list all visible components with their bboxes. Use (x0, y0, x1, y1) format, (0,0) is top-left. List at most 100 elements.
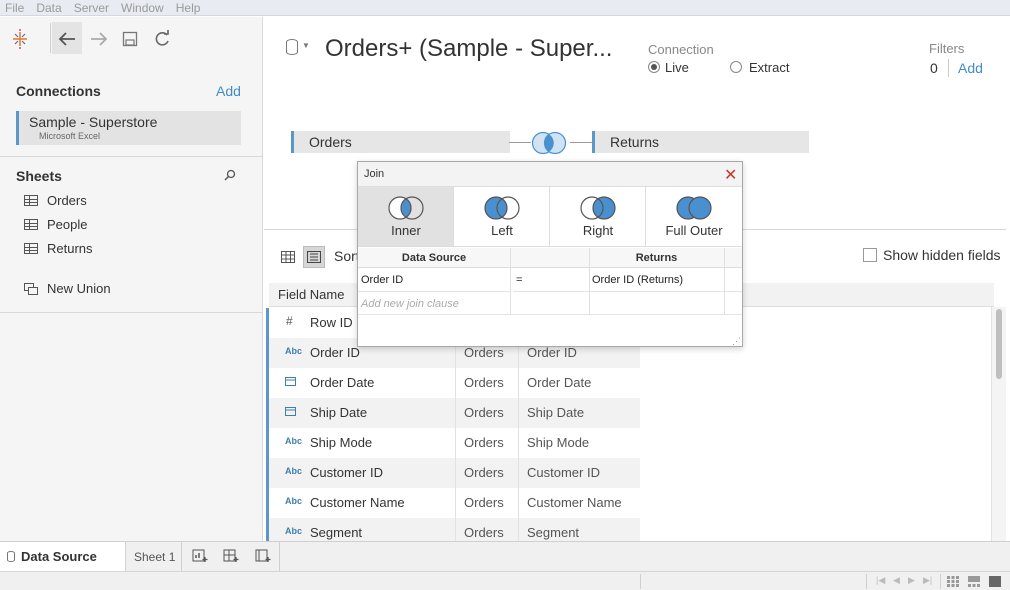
table-orders[interactable]: Orders (291, 131, 510, 153)
resize-grip-icon[interactable]: ⋰ (732, 336, 741, 347)
table-returns[interactable]: Returns (592, 131, 809, 153)
tab-data-source[interactable]: Data Source (0, 542, 126, 571)
table-row[interactable]: Abc Segment Orders Segment (266, 518, 640, 541)
sheet-item-people[interactable]: People (24, 217, 87, 232)
connection-name: Sample - Superstore (29, 114, 158, 130)
sheet-item-orders[interactable]: Orders (24, 193, 87, 208)
string-type-icon[interactable]: Abc (285, 496, 302, 506)
table-row[interactable]: Ship Date Orders Ship Date (266, 398, 640, 428)
field-name[interactable]: Order ID (310, 345, 360, 360)
string-type-icon[interactable]: Abc (285, 436, 302, 446)
last-page-icon[interactable]: ▶| (923, 575, 932, 586)
close-icon[interactable]: ✕ (724, 165, 737, 185)
table-row[interactable]: Abc Customer ID Orders Customer ID (266, 458, 640, 488)
sort-label[interactable]: Sort (334, 248, 360, 264)
number-type-icon[interactable]: # (286, 314, 293, 328)
connection-item[interactable]: Sample - Superstore Microsoft Excel (16, 111, 241, 145)
string-type-icon[interactable]: Abc (285, 526, 302, 536)
show-filmstrip-icon[interactable] (947, 576, 959, 587)
status-divider (866, 574, 867, 589)
join-type-label: Right (582, 223, 614, 238)
back-arrow-icon[interactable] (54, 26, 80, 52)
join-col-header-right: Returns (589, 248, 724, 268)
join-type-label: Left (491, 223, 513, 238)
chevron-down-icon[interactable]: ▼ (302, 41, 310, 50)
filters-label: Filters (929, 41, 965, 56)
vertical-scrollbar[interactable] (991, 307, 1006, 541)
column-divider (510, 248, 511, 315)
forward-arrow-icon[interactable] (86, 26, 112, 52)
field-name[interactable]: Row ID (310, 315, 353, 330)
table-row[interactable]: Order Date Orders Order Date (266, 368, 640, 398)
join-type-inner[interactable]: Inner (358, 187, 454, 247)
field-name[interactable]: Order Date (310, 375, 374, 390)
join-clause-operator[interactable]: = (513, 269, 589, 292)
next-page-icon[interactable]: ▶ (908, 575, 915, 586)
section-divider (0, 156, 263, 157)
menu-data[interactable]: Data (30, 1, 67, 15)
sheet-tabs-bar: Data Source Sheet 1 (0, 541, 1010, 571)
field-table: Orders (464, 405, 504, 420)
cell-divider (518, 368, 519, 398)
menu-help[interactable]: Help (170, 1, 207, 15)
join-connector (509, 142, 531, 143)
field-name-header[interactable]: Field Name (278, 287, 344, 302)
join-clause-left[interactable]: Order ID (358, 269, 510, 292)
datasource-icon[interactable] (286, 39, 298, 55)
add-join-clause-input[interactable]: Add new join clause (361, 298, 459, 310)
save-icon[interactable] (117, 26, 143, 52)
new-worksheet-icon[interactable] (190, 547, 210, 565)
tableau-logo-icon[interactable] (7, 26, 33, 52)
show-hidden-label[interactable]: Show hidden fields (883, 247, 1001, 263)
table-row[interactable]: Abc Ship Mode Orders Ship Mode (266, 428, 640, 458)
field-name[interactable]: Segment (310, 525, 362, 540)
sheets-title: Sheets (16, 168, 62, 184)
field-name[interactable]: Ship Mode (310, 435, 372, 450)
join-venn-icon[interactable] (530, 131, 570, 155)
first-page-icon[interactable]: |◀ (876, 575, 885, 586)
prev-page-icon[interactable]: ◀ (893, 575, 900, 586)
menu-window[interactable]: Window (115, 1, 170, 15)
menu-file[interactable]: File (0, 1, 30, 15)
tab-sheet-1[interactable]: Sheet 1 (126, 542, 182, 571)
new-union-item[interactable]: New Union (24, 281, 111, 296)
live-radio[interactable] (648, 61, 660, 73)
search-icon[interactable] (224, 169, 236, 184)
join-col-header-op (510, 248, 589, 268)
menu-server[interactable]: Server (68, 1, 115, 15)
add-filter-link[interactable]: Add (958, 60, 983, 76)
new-dashboard-icon[interactable] (221, 547, 241, 565)
show-tabs-icon[interactable] (989, 576, 1001, 587)
extract-label[interactable]: Extract (749, 60, 789, 75)
extract-radio[interactable] (730, 61, 742, 73)
menu-bar: File Data Server Window Help (0, 0, 1010, 16)
scrollbar-thumb[interactable] (996, 309, 1002, 379)
cell-divider (518, 518, 519, 541)
string-type-icon[interactable]: Abc (285, 346, 302, 356)
cell-divider (518, 398, 519, 428)
join-type-full-outer[interactable]: Full Outer (646, 187, 742, 247)
add-connection-link[interactable]: Add (216, 83, 241, 99)
live-label[interactable]: Live (665, 60, 689, 75)
show-hidden-checkbox[interactable] (863, 248, 877, 262)
grid-view-icon[interactable] (277, 246, 299, 268)
datasource-title[interactable]: Orders+ (Sample - Super... (325, 35, 612, 63)
show-sheet-sorter-icon[interactable] (968, 576, 980, 587)
join-type-left[interactable]: Left (454, 187, 550, 247)
field-name[interactable]: Customer Name (310, 495, 405, 510)
field-name[interactable]: Ship Date (310, 405, 367, 420)
cell-divider (518, 458, 519, 488)
field-name[interactable]: Customer ID (310, 465, 383, 480)
join-clause-right[interactable]: Order ID (Returns) (589, 269, 724, 292)
date-type-icon[interactable] (285, 376, 296, 388)
string-type-icon[interactable]: Abc (285, 466, 302, 476)
refresh-icon[interactable] (149, 26, 175, 52)
date-type-icon[interactable] (285, 406, 296, 418)
join-type-right[interactable]: Right (550, 187, 646, 247)
table-row[interactable]: Abc Customer Name Orders Customer Name (266, 488, 640, 518)
table-icon (24, 195, 38, 206)
list-view-icon[interactable] (303, 246, 325, 268)
new-story-icon[interactable] (253, 547, 273, 565)
sheet-item-returns[interactable]: Returns (24, 241, 93, 256)
sheet-label: People (47, 217, 88, 232)
